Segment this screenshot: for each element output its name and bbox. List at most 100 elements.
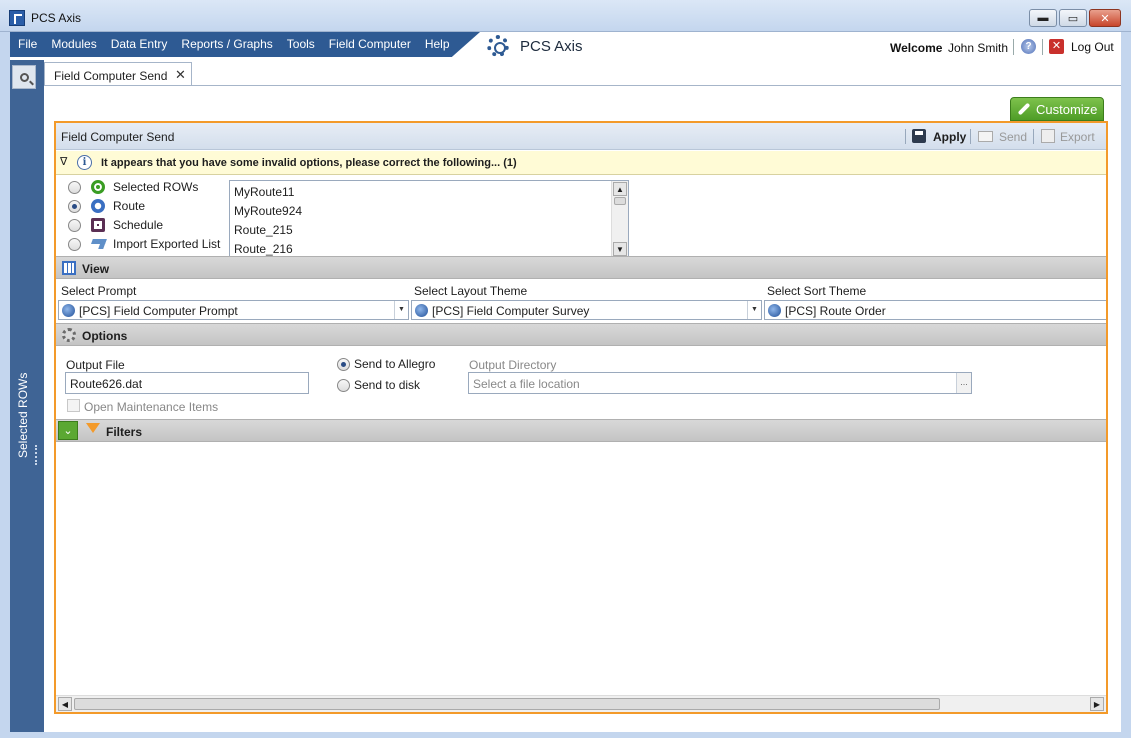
source-schedule[interactable]: Schedule xyxy=(68,216,163,234)
menu-help[interactable]: Help xyxy=(425,37,450,51)
source-selected-rows[interactable]: Selected ROWs xyxy=(68,178,198,196)
help-icon[interactable]: ? xyxy=(1021,39,1036,54)
select-layout-theme-dropdown[interactable]: [PCS] Field Computer Survey ▼ xyxy=(411,300,762,320)
welcome-label: Welcome xyxy=(890,41,943,55)
menu-modules[interactable]: Modules xyxy=(51,37,96,51)
radio-route[interactable] xyxy=(68,199,81,213)
window-right-border xyxy=(1121,32,1131,732)
window-left-border xyxy=(0,32,10,732)
radio-import-exported-list[interactable] xyxy=(68,237,81,251)
filters-section-header[interactable]: ⌄ Filters xyxy=(56,419,1106,442)
logout-button[interactable]: Log Out xyxy=(1071,40,1114,54)
filter-funnel-icon xyxy=(86,423,100,433)
radio-send-to-disk[interactable] xyxy=(337,378,350,392)
menu-tools[interactable]: Tools xyxy=(287,37,315,51)
chevron-down-icon[interactable]: ▼ xyxy=(747,301,761,319)
radio-selected-rows[interactable] xyxy=(68,180,81,194)
tab-field-computer-send[interactable]: Field Computer Send ✕ xyxy=(44,62,192,86)
logo-text: PCS Axis xyxy=(520,38,583,55)
send-button[interactable]: Send xyxy=(999,130,1027,144)
panel-header: Field Computer Send Apply Send Export xyxy=(56,123,1106,150)
wrench-icon xyxy=(1017,102,1031,116)
radio-schedule[interactable] xyxy=(68,218,81,232)
horizontal-scrollbar[interactable]: ◀ ▶ xyxy=(56,695,1106,712)
close-window-button[interactable]: ✕ xyxy=(1089,9,1121,27)
menu-data-entry[interactable]: Data Entry xyxy=(111,37,168,51)
view-section-title: View xyxy=(82,262,110,276)
tab-label: Field Computer Send xyxy=(54,69,168,83)
output-file-input[interactable]: Route626.dat xyxy=(65,372,309,394)
panel-title: Field Computer Send xyxy=(61,130,175,144)
send-to-allegro-label: Send to Allegro xyxy=(354,357,436,371)
select-layout-theme-value: [PCS] Field Computer Survey xyxy=(432,304,590,318)
warning-text: It appears that you have some invalid op… xyxy=(101,157,517,169)
chevron-down-icon[interactable]: ▼ xyxy=(394,301,408,319)
selected-rows-tab[interactable]: Selected ROWs xyxy=(16,373,30,458)
select-prompt-label: Select Prompt xyxy=(61,284,137,298)
field-computer-send-panel: Field Computer Send Apply Send Export ∇ … xyxy=(54,121,1108,714)
scroll-thumb[interactable] xyxy=(74,698,940,710)
list-item[interactable]: Route_215 xyxy=(234,223,293,237)
sidebar-grip-icon[interactable] xyxy=(35,445,37,465)
scroll-right-icon[interactable]: ▶ xyxy=(1090,697,1104,711)
send-to-disk-option[interactable]: Send to disk xyxy=(337,376,420,394)
logout-icon[interactable]: ✕ xyxy=(1049,39,1064,54)
browse-button[interactable]: ... xyxy=(956,373,971,393)
collapse-triangle-icon[interactable]: ∇ xyxy=(60,155,67,168)
import-arrow-icon xyxy=(89,239,107,249)
output-directory-input[interactable]: Select a file location ... xyxy=(468,372,972,394)
window-bottom-border xyxy=(0,732,1131,738)
source-route[interactable]: Route xyxy=(68,197,145,215)
search-button[interactable] xyxy=(12,65,36,89)
source-import-exported-list[interactable]: Import Exported List xyxy=(68,235,220,253)
save-icon[interactable] xyxy=(912,129,926,143)
scroll-left-icon[interactable]: ◀ xyxy=(58,697,72,711)
select-sort-theme-dropdown[interactable]: [PCS] Route Order xyxy=(764,300,1106,320)
menu-reports-graphs[interactable]: Reports / Graphs xyxy=(181,37,272,51)
export-button[interactable]: Export xyxy=(1060,130,1095,144)
route-listbox[interactable]: MyRoute11 MyRoute924 Route_215 Route_216… xyxy=(229,180,629,258)
globe-icon xyxy=(768,304,781,317)
app-icon xyxy=(9,10,25,26)
expand-chevron-icon[interactable]: ⌄ xyxy=(58,421,78,440)
scroll-down-icon[interactable]: ▼ xyxy=(613,242,627,256)
list-item[interactable]: MyRoute924 xyxy=(234,204,302,218)
source-label: Import Exported List xyxy=(113,237,221,251)
toolbar-separator xyxy=(970,129,971,144)
customize-button[interactable]: Customize xyxy=(1010,97,1104,121)
maximize-button[interactable]: ▭ xyxy=(1059,9,1087,27)
list-item[interactable]: Route_216 xyxy=(234,242,293,256)
minimize-button[interactable]: ▬ xyxy=(1029,9,1057,27)
send-to-disk-label: Send to disk xyxy=(354,378,421,392)
select-layout-theme-label: Select Layout Theme xyxy=(414,284,528,298)
options-section-header[interactable]: Options xyxy=(56,323,1106,346)
filters-section-title: Filters xyxy=(106,425,143,439)
tab-close-icon[interactable]: ✕ xyxy=(175,67,186,83)
window-controls: ▬ ▭ ✕ xyxy=(1029,9,1121,27)
source-label: Schedule xyxy=(113,218,164,232)
send-to-allegro-option[interactable]: Send to Allegro xyxy=(337,355,435,373)
search-icon xyxy=(19,72,29,82)
scroll-up-icon[interactable]: ▲ xyxy=(613,182,627,196)
open-maintenance-items-checkbox[interactable] xyxy=(67,399,80,412)
tab-divider xyxy=(44,85,1121,86)
apply-button[interactable]: Apply xyxy=(933,130,966,144)
view-grid-icon xyxy=(62,261,76,275)
list-item[interactable]: MyRoute11 xyxy=(234,185,294,199)
scroll-thumb[interactable] xyxy=(614,197,626,205)
toolbar-separator xyxy=(1033,129,1034,144)
globe-icon xyxy=(415,304,428,317)
source-label: Route xyxy=(113,199,146,213)
send-envelope-icon[interactable] xyxy=(978,131,993,142)
export-icon[interactable] xyxy=(1041,129,1055,143)
output-file-label: Output File xyxy=(66,358,125,372)
toolbar-separator xyxy=(905,129,906,144)
menu-field-computer[interactable]: Field Computer xyxy=(329,37,411,51)
radio-send-to-allegro[interactable] xyxy=(337,357,350,371)
main-area: Field Computer Send ✕ Customize Field Co… xyxy=(44,60,1121,732)
select-prompt-dropdown[interactable]: [PCS] Field Computer Prompt ▼ xyxy=(58,300,409,320)
menu-file[interactable]: File xyxy=(18,37,37,51)
select-sort-theme-value: [PCS] Route Order xyxy=(785,304,886,318)
listbox-scrollbar[interactable]: ▲ ▼ xyxy=(611,181,628,257)
view-section-header[interactable]: View xyxy=(56,256,1106,279)
